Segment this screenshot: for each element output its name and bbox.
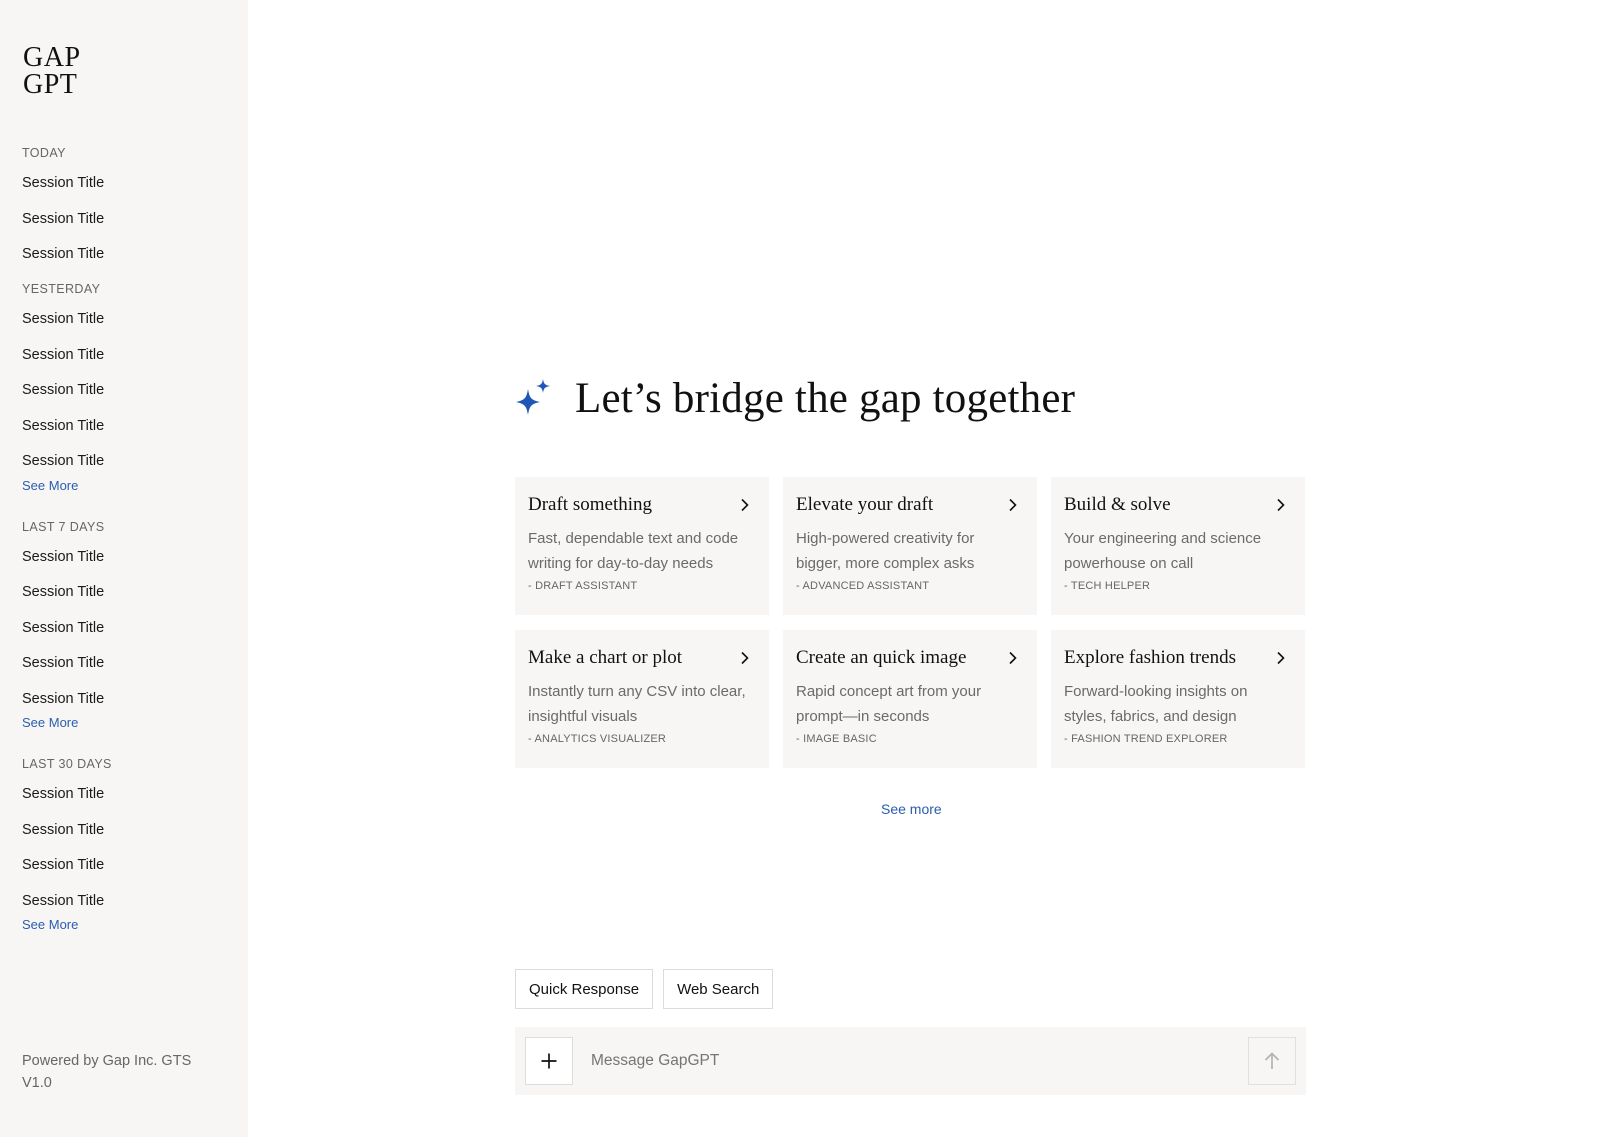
card-tag: - FASHION TREND EXPLORER <box>1064 733 1228 745</box>
card-tag: - ANALYTICS VISUALIZER <box>528 733 667 745</box>
sidebar: GAP GPT TODAY Session Title Session Titl… <box>0 0 248 1137</box>
see-more-link-yesterday[interactable]: See More <box>22 478 232 493</box>
session-item[interactable]: Session Title <box>22 784 232 805</box>
powered-by-footer: Powered by Gap Inc. GTS V1.0 <box>22 1050 222 1094</box>
group-label: TODAY <box>22 146 66 160</box>
session-item[interactable]: Session Title <box>22 618 232 639</box>
session-item[interactable]: Session Title <box>22 345 232 366</box>
session-item[interactable]: Session Title <box>22 855 232 876</box>
session-item[interactable]: Session Title <box>22 416 232 437</box>
card-title: Draft something <box>528 494 653 515</box>
logo-line-2: GPT <box>23 69 78 100</box>
session-group-today: TODAY Session Title Session Title Sessio… <box>22 146 232 265</box>
session-group-last-30-days: LAST 30 DAYS Session Title Session Title… <box>22 757 232 932</box>
session-item[interactable]: Session Title <box>22 689 232 710</box>
session-item[interactable]: Session Title <box>22 582 232 603</box>
card-title: Build & solve <box>1064 494 1171 515</box>
gapgpt-logo[interactable]: GAP GPT <box>23 42 81 100</box>
powered-by-text: Powered by Gap Inc. GTS <box>22 1053 192 1069</box>
suggestion-cards: Draft something Fast, dependable text an… <box>515 477 1306 768</box>
session-item[interactable]: Session Title <box>22 891 232 912</box>
session-history: TODAY Session Title Session Title Sessio… <box>22 146 232 959</box>
session-item[interactable]: Session Title <box>22 380 232 401</box>
see-more-suggestions-link[interactable]: See more <box>881 801 942 817</box>
card-tag: - ADVANCED ASSISTANT <box>796 580 930 592</box>
card-description: Instantly turn any CSV into clear, insig… <box>528 683 746 725</box>
session-item[interactable]: Session Title <box>22 547 232 568</box>
suggestion-card[interactable]: Explore fashion trends Forward-looking i… <box>1051 630 1305 768</box>
session-item[interactable]: Session Title <box>22 209 232 230</box>
chevron-right-icon <box>1277 498 1285 512</box>
web-search-button[interactable]: Web Search <box>663 969 774 1009</box>
card-tag: - TECH HELPER <box>1064 580 1151 592</box>
card-title: Make a chart or plot <box>528 647 683 668</box>
suggestion-card[interactable]: Draft something Fast, dependable text an… <box>515 477 769 615</box>
chevron-right-icon <box>1009 651 1017 665</box>
chevron-right-icon <box>1277 651 1285 665</box>
session-item[interactable]: Session Title <box>22 820 232 841</box>
see-more-row: See more <box>248 801 1600 819</box>
card-description: Forward-looking insights on styles, fabr… <box>1064 683 1248 725</box>
hero-title: Let’s bridge the gap together <box>575 374 1076 422</box>
session-item[interactable]: Session Title <box>22 653 232 674</box>
main-panel: Let’s bridge the gap together Draft some… <box>248 0 1600 1137</box>
see-more-link-last-7-days[interactable]: See More <box>22 716 232 730</box>
session-group-yesterday: YESTERDAY Session Title Session Title Se… <box>22 282 232 493</box>
version-text: V1.0 <box>22 1075 52 1091</box>
chevron-right-icon <box>741 651 749 665</box>
card-title: Explore fashion trends <box>1064 647 1237 668</box>
card-title: Create an quick image <box>796 647 967 668</box>
card-description: Fast, dependable text and code writing f… <box>528 530 739 572</box>
chevron-right-icon <box>1009 498 1017 512</box>
suggestion-card[interactable]: Make a chart or plot Instantly turn any … <box>515 630 769 768</box>
session-item[interactable]: Session Title <box>22 309 232 330</box>
plus-icon <box>541 1053 557 1069</box>
group-label: LAST 7 DAYS <box>22 519 105 534</box>
send-button[interactable] <box>1248 1037 1296 1085</box>
suggestion-card[interactable]: Create an quick image Rapid concept art … <box>783 630 1037 768</box>
suggestion-card[interactable]: Build & solve Your engineering and scien… <box>1051 477 1305 615</box>
hero: Let’s bridge the gap together <box>513 368 1075 428</box>
card-description: Your engineering and science powerhouse … <box>1064 530 1262 572</box>
session-item[interactable]: Session Title <box>22 244 232 265</box>
logo-line-1: GAP <box>23 42 81 73</box>
sparkle-icon <box>516 379 550 415</box>
see-more-link-last-30-days[interactable]: See More <box>22 918 232 932</box>
card-description: Rapid concept art from your prompt—in se… <box>796 683 982 725</box>
message-input[interactable] <box>591 1037 1221 1085</box>
session-group-last-7-days: LAST 7 DAYS Session Title Session Title … <box>22 520 232 731</box>
group-label: LAST 30 DAYS <box>22 757 112 771</box>
arrow-up-icon <box>1264 1052 1280 1069</box>
quick-response-button[interactable]: Quick Response <box>515 969 654 1009</box>
group-label: YESTERDAY <box>22 282 101 296</box>
chevron-right-icon <box>741 498 749 512</box>
session-item[interactable]: Session Title <box>22 451 232 472</box>
suggestion-card[interactable]: Elevate your draft High-powered creativi… <box>783 477 1037 615</box>
card-title: Elevate your draft <box>796 494 934 515</box>
card-tag: - IMAGE BASIC <box>796 733 877 745</box>
mode-chips: Quick Response Web Search <box>515 969 774 1009</box>
attach-button[interactable] <box>525 1037 573 1085</box>
message-composer <box>515 1027 1306 1095</box>
session-item[interactable]: Session Title <box>22 173 232 194</box>
card-tag: - DRAFT ASSISTANT <box>528 580 638 592</box>
card-description: High-powered creativity for bigger, more… <box>796 530 975 572</box>
